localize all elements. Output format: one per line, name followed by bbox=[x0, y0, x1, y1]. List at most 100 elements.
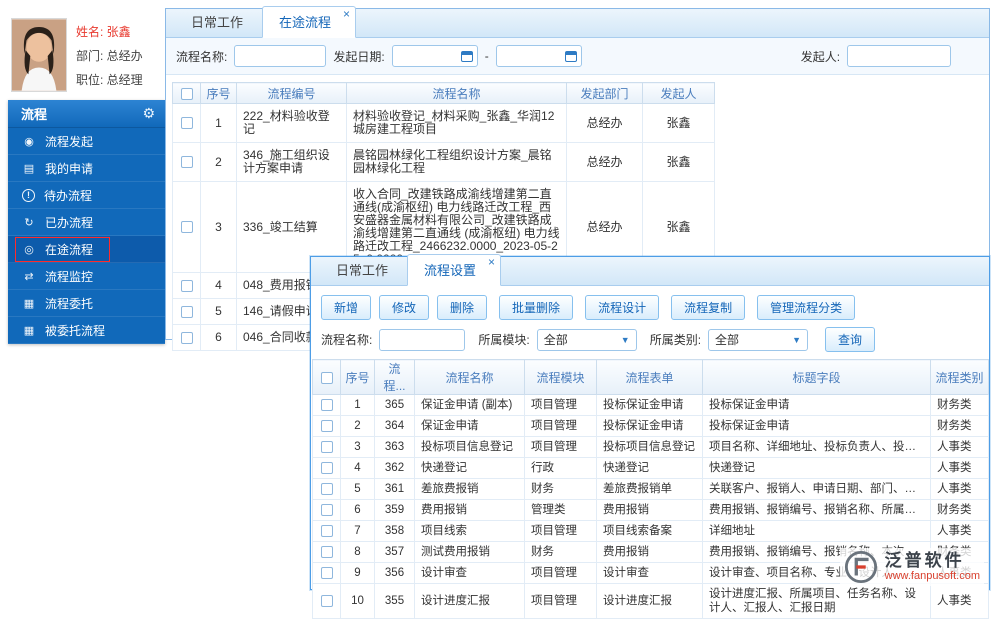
start-date-from-input[interactable] bbox=[391, 45, 478, 67]
cell-sender: 张鑫 bbox=[642, 103, 715, 143]
flow-name-input[interactable] bbox=[379, 328, 466, 351]
flow-delegate-icon: ▦ bbox=[23, 297, 35, 310]
row-checkbox[interactable] bbox=[320, 524, 333, 537]
start-date-label: 发起日期: bbox=[333, 49, 385, 64]
search-button[interactable]: 查询 bbox=[825, 327, 876, 352]
sidebar-item-label: 流程委托 bbox=[45, 296, 94, 311]
flow-copy-button[interactable]: 流程复制 bbox=[671, 295, 746, 320]
sender-input[interactable] bbox=[847, 45, 952, 67]
module-select[interactable]: 全部 ▼ bbox=[536, 328, 637, 351]
cell-dept: 总经办 bbox=[566, 103, 643, 143]
module-selected-value: 全部 bbox=[543, 333, 568, 347]
row-checkbox[interactable] bbox=[180, 221, 193, 234]
row-checkbox[interactable] bbox=[180, 117, 193, 130]
table-row[interactable]: 2 364 保证金申请 项目管理 投标保证金申请 投标保证金申请 财务类 bbox=[312, 415, 989, 437]
col-sender: 发起人 bbox=[642, 82, 715, 104]
tab-flow-settings[interactable]: 流程设置 × bbox=[407, 254, 502, 286]
row-checkbox[interactable] bbox=[320, 461, 333, 474]
cell-seq: 6 bbox=[340, 499, 375, 521]
front-tabbar: 日常工作 流程设置 × bbox=[311, 254, 989, 286]
col-seq: 序号 bbox=[200, 82, 237, 104]
cell-name: 保证金申请 (副本) bbox=[414, 394, 525, 416]
edit-button[interactable]: 修改 bbox=[379, 295, 430, 320]
cell-name: 快递登记 bbox=[414, 457, 525, 479]
sidebar-item-label: 已办流程 bbox=[45, 215, 94, 230]
row-checkbox[interactable] bbox=[180, 331, 193, 344]
cell-code: 361 bbox=[374, 478, 415, 500]
start-date-to-input[interactable] bbox=[495, 45, 582, 67]
close-tab-icon[interactable]: × bbox=[343, 8, 350, 20]
tab-in-transit-flows[interactable]: 在途流程 × bbox=[262, 6, 357, 38]
flow-name-input[interactable] bbox=[234, 45, 327, 67]
sidebar-item-my-applications[interactable]: ▤ 我的申请 bbox=[8, 155, 165, 182]
row-checkbox[interactable] bbox=[320, 545, 333, 558]
flow-design-button[interactable]: 流程设计 bbox=[585, 295, 660, 320]
table-row[interactable]: 1 365 保证金申请 (副本) 项目管理 投标保证金申请 投标保证金申请 财务… bbox=[312, 394, 989, 416]
row-checkbox[interactable] bbox=[320, 482, 333, 495]
row-checkbox[interactable] bbox=[320, 503, 333, 516]
main-tabbar: 日常工作 在途流程 × bbox=[166, 6, 989, 38]
manage-flow-category-button[interactable]: 管理流程分类 bbox=[757, 295, 856, 320]
cell-title-fields: 投标保证金申请 bbox=[702, 415, 931, 437]
cell-seq: 5 bbox=[200, 298, 237, 325]
col-code: 流程... bbox=[374, 359, 415, 395]
sidebar-item-initiate-flow[interactable]: ◉ 流程发起 bbox=[8, 128, 165, 155]
delete-button[interactable]: 删除 bbox=[437, 295, 488, 320]
watermark-brand: 泛普软件 bbox=[884, 550, 965, 570]
cell-category: 财务类 bbox=[930, 499, 989, 521]
table-row[interactable]: 3 363 投标项目信息登记 项目管理 投标项目信息登记 项目名称、详细地址、投… bbox=[312, 436, 989, 458]
gear-icon[interactable]: ⚙ bbox=[142, 105, 155, 122]
table-row[interactable]: 10 355 设计进度汇报 项目管理 设计进度汇报 设计进度汇报、所属项目、任务… bbox=[312, 583, 989, 619]
cell-category: 人事类 bbox=[930, 478, 989, 500]
row-checkbox[interactable] bbox=[180, 156, 193, 169]
sidebar-item-flow-monitor[interactable]: ⇄ 流程监控 bbox=[8, 263, 165, 290]
tab-daily-work[interactable]: 日常工作 bbox=[320, 255, 404, 285]
cell-code: 359 bbox=[374, 499, 415, 521]
cell-name: 保证金申请 bbox=[414, 415, 525, 437]
cell-code: 362 bbox=[374, 457, 415, 479]
cell-form: 设计审查 bbox=[596, 562, 703, 584]
row-checkbox[interactable] bbox=[180, 305, 193, 318]
close-tab-icon[interactable]: × bbox=[488, 256, 495, 268]
sidebar-item-pending-flows[interactable]: ! 待办流程 bbox=[8, 182, 165, 209]
sidebar-item-flow-delegate[interactable]: ▦ 流程委托 bbox=[8, 290, 165, 317]
row-checkbox[interactable] bbox=[320, 440, 333, 453]
add-button[interactable]: 新增 bbox=[321, 295, 372, 320]
select-all-checkbox[interactable] bbox=[180, 87, 193, 100]
cell-code: 355 bbox=[374, 583, 415, 619]
fanpu-logo-icon bbox=[844, 550, 877, 584]
sidebar-item-label: 流程监控 bbox=[45, 269, 94, 284]
table-row[interactable]: 1 222_材料验收登记 材料验收登记_材料采购_张鑫_华润12城房建工程项目 … bbox=[172, 103, 715, 143]
table-row[interactable]: 2 346_施工组织设计方案申请 晨铭园林绿化工程组织设计方案_晨铭园林绿化工程… bbox=[172, 142, 715, 182]
sidebar-item-delegated-flows[interactable]: ▦ 被委托流程 bbox=[8, 317, 165, 344]
sidebar-item-label: 待办流程 bbox=[44, 188, 93, 203]
cell-sender: 张鑫 bbox=[642, 142, 715, 182]
table-row[interactable]: 7 358 项目线索 项目管理 项目线索备案 详细地址 人事类 bbox=[312, 520, 989, 542]
cell-dept: 总经办 bbox=[566, 142, 643, 182]
flow-settings-toolbar: 新增 修改 删除 批量删除 流程设计 流程复制 管理流程分类 bbox=[311, 286, 989, 326]
row-checkbox[interactable] bbox=[320, 398, 333, 411]
category-select[interactable]: 全部 ▼ bbox=[708, 328, 809, 351]
tab-daily-work[interactable]: 日常工作 bbox=[175, 7, 259, 37]
col-category: 流程类别 bbox=[930, 359, 989, 395]
sidebar-item-in-transit-flows[interactable]: ◎ 在途流程 bbox=[8, 236, 165, 263]
select-all-checkbox[interactable] bbox=[320, 371, 333, 384]
row-checkbox[interactable] bbox=[320, 594, 333, 607]
table-row[interactable]: 6 359 费用报销 管理类 费用报销 费用报销、报销编号、报销名称、所属项目 … bbox=[312, 499, 989, 521]
cell-title-fields: 项目名称、详细地址、投标负责人、投标日期 bbox=[702, 436, 931, 458]
cell-seq: 8 bbox=[340, 541, 375, 563]
row-checkbox[interactable] bbox=[180, 279, 193, 292]
cell-form: 投标保证金申请 bbox=[596, 415, 703, 437]
cell-form: 投标保证金申请 bbox=[596, 394, 703, 416]
cell-form: 投标项目信息登记 bbox=[596, 436, 703, 458]
sidebar-item-completed-flows[interactable]: ↻ 已办流程 bbox=[8, 209, 165, 236]
row-checkbox[interactable] bbox=[320, 566, 333, 579]
cell-seq: 6 bbox=[200, 324, 237, 351]
cell-module: 项目管理 bbox=[524, 415, 597, 437]
user-profile: 姓名: 张鑫 部门: 总经办 职位: 总经理 bbox=[8, 8, 165, 100]
table-row[interactable]: 5 361 差旅费报销 财务 差旅费报销单 关联客户、报销人、申请日期、部门、报… bbox=[312, 478, 989, 500]
batch-delete-button[interactable]: 批量删除 bbox=[499, 295, 574, 320]
row-checkbox[interactable] bbox=[320, 419, 333, 432]
table-row[interactable]: 4 362 快递登记 行政 快递登记 快递登记 人事类 bbox=[312, 457, 989, 479]
cell-title-fields: 设计进度汇报、所属项目、任务名称、设计人、汇报人、汇报日期 bbox=[702, 583, 931, 619]
